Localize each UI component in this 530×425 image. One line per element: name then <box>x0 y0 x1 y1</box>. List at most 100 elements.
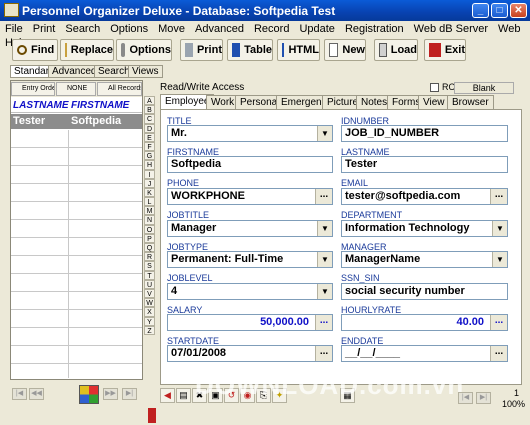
alphabet-index-letter[interactable]: X <box>144 307 155 317</box>
salary-calc-button[interactable]: ... <box>315 315 332 330</box>
print-button[interactable]: Print <box>180 39 223 61</box>
alphabet-index-letter[interactable]: Q <box>144 243 155 253</box>
alphabet-index-letter[interactable]: J <box>144 178 155 188</box>
alphabet-index-letter[interactable]: D <box>144 123 155 133</box>
lastname-field[interactable]: Tester <box>341 156 508 173</box>
alphabet-index-letter[interactable]: F <box>144 141 155 152</box>
menu-update[interactable]: Update <box>294 21 339 35</box>
phone-lookup-button[interactable]: ... <box>315 189 332 204</box>
alphabet-index-letter[interactable]: U <box>144 279 155 289</box>
alphabet-index-letter[interactable]: Y <box>144 316 155 326</box>
next-page-button[interactable]: ▶▶ <box>103 388 118 400</box>
menu-web-db-server[interactable]: Web dB Server <box>409 21 493 35</box>
menu-record[interactable]: Record <box>249 21 294 35</box>
ssn-field[interactable]: social security number <box>341 283 508 300</box>
alphabet-index-letter[interactable]: N <box>144 215 155 225</box>
email-field[interactable]: tester@softpedia.com... <box>341 188 508 205</box>
email-lookup-button[interactable]: ... <box>490 189 507 204</box>
chevron-down-icon[interactable]: ▼ <box>317 252 332 267</box>
hourlyrate-field[interactable]: 40.00... <box>341 314 508 331</box>
tab-views[interactable]: Views <box>128 65 163 78</box>
alphabet-index-letter[interactable]: V <box>144 288 155 299</box>
color-grid-icon[interactable] <box>79 385 99 404</box>
back-arrow-icon[interactable]: ◀ <box>160 388 175 403</box>
menu-options[interactable]: Options <box>105 21 153 35</box>
alphabet-index-letter[interactable]: S <box>144 261 155 271</box>
maximize-button[interactable]: □ <box>491 3 508 18</box>
phone-field[interactable]: WORKPHONE... <box>167 188 333 205</box>
replace-button[interactable]: Replace <box>60 39 114 61</box>
html-button[interactable]: HTML <box>277 39 320 61</box>
alphabet-index-letter[interactable]: T <box>144 270 155 280</box>
title-bar: Personnel Organizer Deluxe - Database: S… <box>0 0 530 21</box>
alphabet-index-letter[interactable]: G <box>144 151 155 161</box>
alphabet-index-letter[interactable]: E <box>144 132 155 142</box>
list-item[interactable]: Tester Softpedia <box>11 114 142 129</box>
exit-button[interactable]: Exit <box>424 39 466 61</box>
enddate-picker-button[interactable]: ... <box>490 346 507 361</box>
alphabet-index-letter[interactable]: H <box>144 160 155 170</box>
tab-advanced[interactable]: Advanced <box>48 65 101 78</box>
ro-checkbox[interactable] <box>430 83 439 92</box>
jobtype-field[interactable]: Permanent: Full-Time ▼ <box>167 251 333 268</box>
hourlyrate-calc-button[interactable]: ... <box>490 315 507 330</box>
alphabet-index-letter[interactable]: R <box>144 252 155 262</box>
title-field[interactable]: Mr. ▼ <box>167 125 333 142</box>
phone-label: PHONE <box>167 178 200 188</box>
alphabet-index-letter[interactable]: Z <box>144 325 155 335</box>
menu-search[interactable]: Search <box>60 21 105 35</box>
minimize-button[interactable]: _ <box>472 3 489 18</box>
chevron-down-icon[interactable]: ▼ <box>317 221 332 236</box>
options-button[interactable]: Options <box>116 39 172 61</box>
first-record-button[interactable]: |◀ <box>12 388 27 400</box>
table-button[interactable]: Table <box>227 39 273 61</box>
prev-page-button[interactable]: ◀◀ <box>29 388 44 400</box>
alphabet-index-letter[interactable]: I <box>144 169 155 179</box>
enddate-field[interactable]: __/__/____... <box>341 345 508 362</box>
jobtitle-field[interactable]: Manager ▼ <box>167 220 333 237</box>
entry-order-button[interactable]: Entry Order <box>11 82 55 96</box>
new-button[interactable]: New <box>324 39 366 61</box>
alphabet-index-letter[interactable]: M <box>144 206 155 216</box>
alphabet-index-letter[interactable]: A <box>144 96 155 106</box>
manager-field[interactable]: ManagerName ▼ <box>341 251 508 268</box>
menu-registration[interactable]: Registration <box>340 21 409 35</box>
chevron-down-icon[interactable]: ▼ <box>492 252 507 267</box>
close-button[interactable]: ✕ <box>510 3 527 18</box>
alphabet-index-letter[interactable]: W <box>144 298 155 308</box>
alphabet-index-letter[interactable]: O <box>144 224 155 234</box>
chevron-down-icon[interactable]: ▼ <box>492 221 507 236</box>
alphabet-index-letter[interactable]: K <box>144 187 155 198</box>
joblevel-field[interactable]: 4 ▼ <box>167 283 333 300</box>
alphabet-index-letter[interactable]: C <box>144 114 155 124</box>
chevron-down-icon[interactable]: ▼ <box>317 284 332 299</box>
tab-browser[interactable]: Browser <box>447 95 494 109</box>
chevron-down-icon[interactable]: ▼ <box>317 126 332 141</box>
all-records-button[interactable]: All Records <box>97 82 142 96</box>
menu-move[interactable]: Move <box>153 21 190 35</box>
find-button[interactable]: Find <box>12 39 58 61</box>
alphabet-index-letter[interactable]: P <box>144 233 155 243</box>
menu-advanced[interactable]: Advanced <box>190 21 249 35</box>
idnumber-field[interactable]: JOB_ID_NUMBER <box>341 125 508 142</box>
menu-print[interactable]: Print <box>28 21 61 35</box>
filter-none-button[interactable]: NONE <box>56 82 96 96</box>
menu-file[interactable]: File <box>0 21 28 35</box>
tab-view[interactable]: View <box>418 95 450 109</box>
salary-field[interactable]: 50,000.00... <box>167 314 333 331</box>
department-field[interactable]: Information Technology ▼ <box>341 220 508 237</box>
alphabet-index-letter[interactable]: B <box>144 105 155 115</box>
load-button[interactable]: Load <box>374 39 418 61</box>
alphabet-index-letter[interactable]: L <box>144 197 155 207</box>
last-record-button[interactable]: ▶| <box>122 388 137 400</box>
column-lastname[interactable]: LASTNAME <box>13 100 69 111</box>
menu-web[interactable]: Web <box>493 21 525 35</box>
firstname-field[interactable]: Softpedia <box>167 156 333 173</box>
startdate-picker-button[interactable]: ... <box>315 346 332 361</box>
page-next-button[interactable]: ▶| <box>476 392 491 404</box>
copy-icon[interactable]: ▤ <box>176 388 191 403</box>
startdate-field[interactable]: 07/01/2008... <box>167 345 333 362</box>
page-first-button[interactable]: |◀ <box>458 392 473 404</box>
column-firstname[interactable]: FIRSTNAME <box>71 100 129 111</box>
blank-button[interactable]: Blank <box>454 82 514 94</box>
